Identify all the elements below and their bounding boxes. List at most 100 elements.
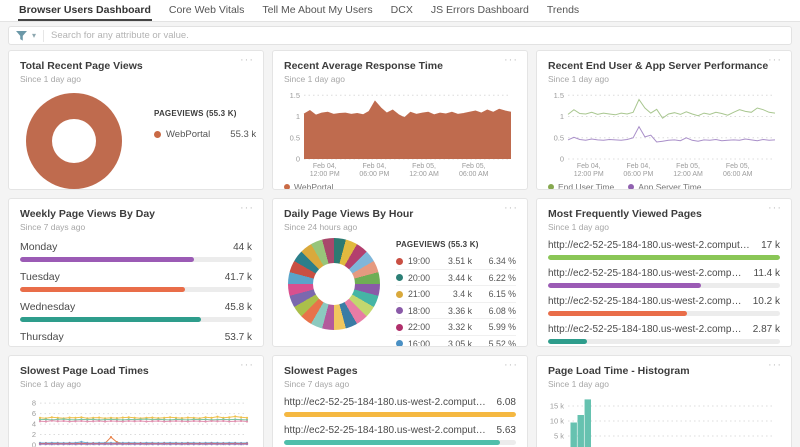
widget-menu-icon[interactable]: ···: [240, 360, 254, 371]
legend-row[interactable]: 21:00 3.4 k 6.15 %: [396, 285, 516, 302]
widget-menu-icon[interactable]: ···: [768, 203, 782, 214]
divider: [43, 30, 44, 42]
legend-row[interactable]: 19:00 3.51 k 6.34 %: [396, 253, 516, 269]
bar-list-item[interactable]: Tuesday 41.7 k: [20, 271, 252, 292]
widget-menu-icon[interactable]: ···: [504, 360, 518, 371]
bar-track: [284, 412, 516, 417]
svg-text:10 k: 10 k: [550, 417, 564, 426]
dashboard-tab[interactable]: Browser Users Dashboard: [18, 0, 152, 21]
series-label: 19:00: [408, 256, 432, 266]
dashboard-tab[interactable]: DCX: [390, 0, 414, 21]
svg-text:0: 0: [32, 441, 36, 447]
legend-header: PAGEVIEWS (55.3 K): [154, 109, 264, 118]
widget-menu-icon[interactable]: ···: [504, 55, 518, 66]
series-color-dot: [396, 340, 403, 347]
filter-funnel-icon[interactable]: [16, 31, 27, 41]
dashboard-tab[interactable]: Tell Me About My Users: [261, 0, 373, 21]
bar-list-item[interactable]: http://ec2-52-25-184-180.us-west-2.compu…: [548, 296, 780, 316]
svg-text:6: 6: [32, 409, 36, 418]
bar-value: 11.4 k: [754, 268, 781, 279]
series-label: 16:00: [408, 339, 432, 348]
legend-item[interactable]: End User Time: [548, 182, 614, 190]
legend-row[interactable]: 20:00 3.44 k 6.22 %: [396, 269, 516, 286]
bar-list-item[interactable]: Wednesday 45.8 k: [20, 301, 252, 322]
search-bar: ▾: [8, 26, 792, 45]
series-color-dot: [396, 258, 403, 265]
legend-rows: 19:00 3.51 k 6.34 % 20:00 3.44 k 6.22 %: [396, 253, 516, 347]
chevron-down-icon[interactable]: ▾: [32, 31, 36, 40]
svg-text:12:00 AM: 12:00 AM: [409, 171, 439, 178]
widget-timerange: Since 1 day ago: [548, 222, 780, 232]
dashboard-grid: Total Recent Page Views Since 1 day ago …: [8, 50, 792, 447]
donut-area: PAGEVIEWS (55.3 K) WebPortal 55.3 k 100 …: [20, 93, 252, 189]
series-value: 3.51 k: [432, 256, 472, 266]
page-url-link[interactable]: http://ec2-52-25-184-180.us-west-2.compu…: [548, 296, 753, 307]
bar-value: 2.87 k: [753, 324, 780, 335]
svg-text:06:00 PM: 06:00 PM: [623, 171, 653, 178]
donut-legend: PAGEVIEWS (55.3 K) 19:00 3.51 k 6.34 %: [396, 240, 516, 347]
bar-list-item[interactable]: http://ec2-52-25-184-180.us-west-2.compu…: [548, 240, 780, 260]
bar-list: Monday 44 k Tuesday 41.7 k: [20, 241, 252, 347]
bar-list-item[interactable]: http://ec2-52-25-184-180.us-west-2.compu…: [548, 324, 780, 344]
svg-text:06:00 AM: 06:00 AM: [723, 171, 753, 178]
bar-label: Wednesday: [20, 301, 85, 313]
widget-menu-icon[interactable]: ···: [768, 360, 782, 371]
bar-list-item[interactable]: http://ec2-52-25-184-180.us-west-2.compu…: [284, 397, 516, 417]
series-percent: 5.52 %: [472, 339, 516, 348]
chart-legend: End User Time App Server Time: [548, 182, 780, 190]
svg-text:1: 1: [296, 112, 300, 121]
widget-menu-icon[interactable]: ···: [240, 203, 254, 214]
series-color-dot: [154, 131, 161, 138]
bar-track: [284, 440, 516, 445]
widget-title: Total Recent Page Views: [20, 60, 252, 72]
page-url-link[interactable]: http://ec2-52-25-184-180.us-west-2.compu…: [548, 268, 754, 279]
bar-fill: [20, 257, 194, 262]
page-url-link[interactable]: http://ec2-52-25-184-180.us-west-2.compu…: [284, 425, 497, 436]
series-value: 3.32 k: [432, 322, 472, 332]
bar-track: [548, 339, 780, 344]
widget-title: Slowest Page Load Times: [20, 365, 252, 377]
widget-menu-icon[interactable]: ···: [768, 55, 782, 66]
donut-area: PAGEVIEWS (55.3 K) 19:00 3.51 k 6.34 %: [284, 234, 516, 347]
bar-fill: [20, 287, 185, 292]
dashboard-tab[interactable]: Trends: [546, 0, 580, 21]
series-color-dot: [396, 324, 403, 331]
dashboard-tab[interactable]: Core Web Vitals: [168, 0, 245, 21]
widget-menu-icon[interactable]: ···: [240, 55, 254, 66]
legend-row[interactable]: 18:00 3.36 k 6.08 %: [396, 302, 516, 319]
widget-title: Most Frequently Viewed Pages: [548, 208, 780, 220]
bar-value: 53.7 k: [225, 332, 252, 343]
search-input[interactable]: [51, 30, 784, 41]
widget-title: Daily Page Views By Hour: [284, 208, 516, 220]
dashboard-tab[interactable]: JS Errors Dashboard: [430, 0, 530, 21]
legend-row[interactable]: 16:00 3.05 k 5.52 %: [396, 335, 516, 348]
donut-hole: [313, 263, 355, 305]
bar-list-item[interactable]: http://ec2-52-25-184-180.us-west-2.compu…: [548, 268, 780, 288]
bar-list: http://ec2-52-25-184-180.us-west-2.compu…: [548, 240, 780, 344]
bar-value: 45.8 k: [225, 302, 252, 313]
page-url-link[interactable]: http://ec2-52-25-184-180.us-west-2.compu…: [548, 324, 753, 335]
bar-list-item[interactable]: Monday 44 k: [20, 241, 252, 262]
bar-value: 17 k: [761, 240, 780, 251]
bar-list-item[interactable]: Thursday 53.7 k: [20, 331, 252, 347]
series-value: 3.44 k: [432, 273, 472, 283]
bar-track: [20, 287, 252, 292]
svg-text:0: 0: [560, 155, 564, 164]
series-label: 22:00: [408, 322, 432, 332]
series-label: WebPortal: [294, 182, 334, 190]
bar-value: 6.08: [497, 397, 516, 408]
svg-text:Feb 05,: Feb 05,: [462, 163, 486, 170]
widget-title: Weekly Page Views By Day: [20, 208, 252, 220]
series-percent: 6.22 %: [472, 273, 516, 283]
page-url-link[interactable]: http://ec2-52-25-184-180.us-west-2.compu…: [548, 240, 761, 251]
legend-item[interactable]: App Server Time: [628, 182, 701, 190]
legend-row[interactable]: WebPortal 55.3 k 100 %: [154, 129, 264, 140]
page-url-link[interactable]: http://ec2-52-25-184-180.us-west-2.compu…: [284, 397, 497, 408]
widget-menu-icon[interactable]: ···: [504, 203, 518, 214]
bar-value: 41.7 k: [225, 272, 252, 283]
svg-text:12:00 AM: 12:00 AM: [673, 171, 703, 178]
donut-hole: [52, 119, 96, 163]
bar-list-item[interactable]: http://ec2-52-25-184-180.us-west-2.compu…: [284, 425, 516, 445]
legend-row[interactable]: 22:00 3.32 k 5.99 %: [396, 318, 516, 335]
legend-item[interactable]: WebPortal: [284, 182, 334, 190]
